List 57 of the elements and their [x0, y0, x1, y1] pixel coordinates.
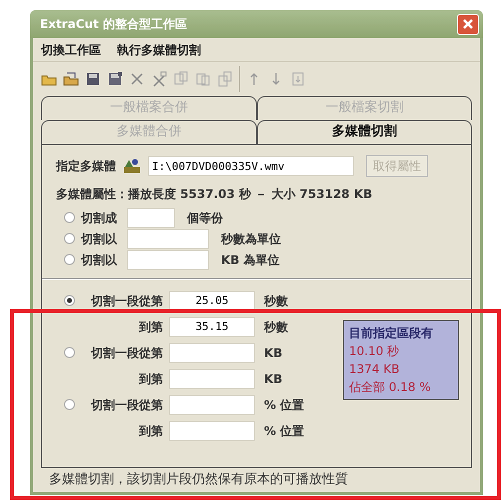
radio-button[interactable]: [64, 295, 75, 306]
unit-label: 秒數: [264, 318, 288, 336]
split-field[interactable]: [127, 208, 175, 228]
save-icon[interactable]: [85, 71, 101, 87]
segment-label: 切割一段從第: [90, 396, 163, 414]
segment-label: 切割一段從第: [90, 292, 163, 310]
segment-label: 到第: [138, 370, 163, 388]
document-icon[interactable]: [290, 71, 306, 87]
radio-button[interactable]: [64, 254, 75, 265]
segment-label: 切割一段從第: [90, 344, 163, 362]
segment-label: 到第: [138, 422, 163, 440]
documents-icon[interactable]: [195, 71, 211, 87]
segment-field[interactable]: [169, 394, 255, 414]
radio-button[interactable]: [64, 233, 75, 244]
radio-button[interactable]: [64, 399, 75, 410]
menu-item[interactable]: 執行多媒體切割: [117, 40, 201, 58]
unit-label: % 位置: [264, 422, 304, 440]
media-label: 指定多媒體: [56, 158, 116, 175]
tab[interactable]: 多媒體切割: [256, 120, 472, 144]
delete-icon[interactable]: [151, 71, 167, 87]
info-title: 目前指定區段有: [349, 325, 434, 342]
info-line: 佔全部 0.18 %: [349, 379, 432, 396]
close-icon: [462, 18, 474, 30]
info-line: 10.10 秒: [349, 343, 400, 360]
option-label: 切割成: [81, 210, 118, 226]
info-line: 1374 KB: [349, 361, 400, 378]
segment-field[interactable]: [169, 342, 255, 362]
unit-label: KB: [264, 370, 282, 388]
radio-button[interactable]: [64, 212, 75, 223]
split-field[interactable]: [127, 250, 209, 270]
segment-field[interactable]: [169, 420, 255, 440]
unit-label: 秒數: [264, 292, 288, 310]
segment-field[interactable]: [169, 368, 255, 388]
unit-label: 個等份: [187, 210, 223, 226]
window-title: ExtraCut 的整合型工作區: [40, 16, 187, 33]
option-label: 切割以: [81, 230, 118, 248]
unit-label: KB 為單位: [221, 252, 280, 268]
segment-label: 到第: [138, 318, 163, 336]
segment-field[interactable]: 25.05: [169, 290, 255, 310]
media-properties: 多媒體屬性：播放長度 5537.03 秒 － 大小 753128 KB: [55, 186, 374, 203]
documents-icon[interactable]: [217, 71, 233, 87]
option-label: 切割以: [81, 252, 118, 268]
save-icon[interactable]: [107, 71, 123, 87]
media-icon[interactable]: [122, 157, 142, 175]
radio-button[interactable]: [64, 347, 75, 358]
unit-label: 秒數為單位: [221, 230, 281, 248]
menu-item[interactable]: 切換工作區: [41, 40, 101, 58]
folders-icon[interactable]: [63, 71, 79, 87]
documents-icon[interactable]: [173, 71, 189, 87]
close-button[interactable]: [457, 14, 479, 34]
media-path-field[interactable]: I:\007DVD000335V.wmv: [148, 156, 354, 176]
status-text: 多媒體切割，該切割片段仍然保有原本的可播放性質: [48, 471, 349, 490]
delete-icon[interactable]: [129, 71, 145, 87]
unit-label: % 位置: [264, 396, 304, 414]
split-field[interactable]: [127, 228, 209, 248]
segment-field[interactable]: 35.15: [169, 316, 255, 336]
unit-label: KB: [264, 344, 282, 362]
